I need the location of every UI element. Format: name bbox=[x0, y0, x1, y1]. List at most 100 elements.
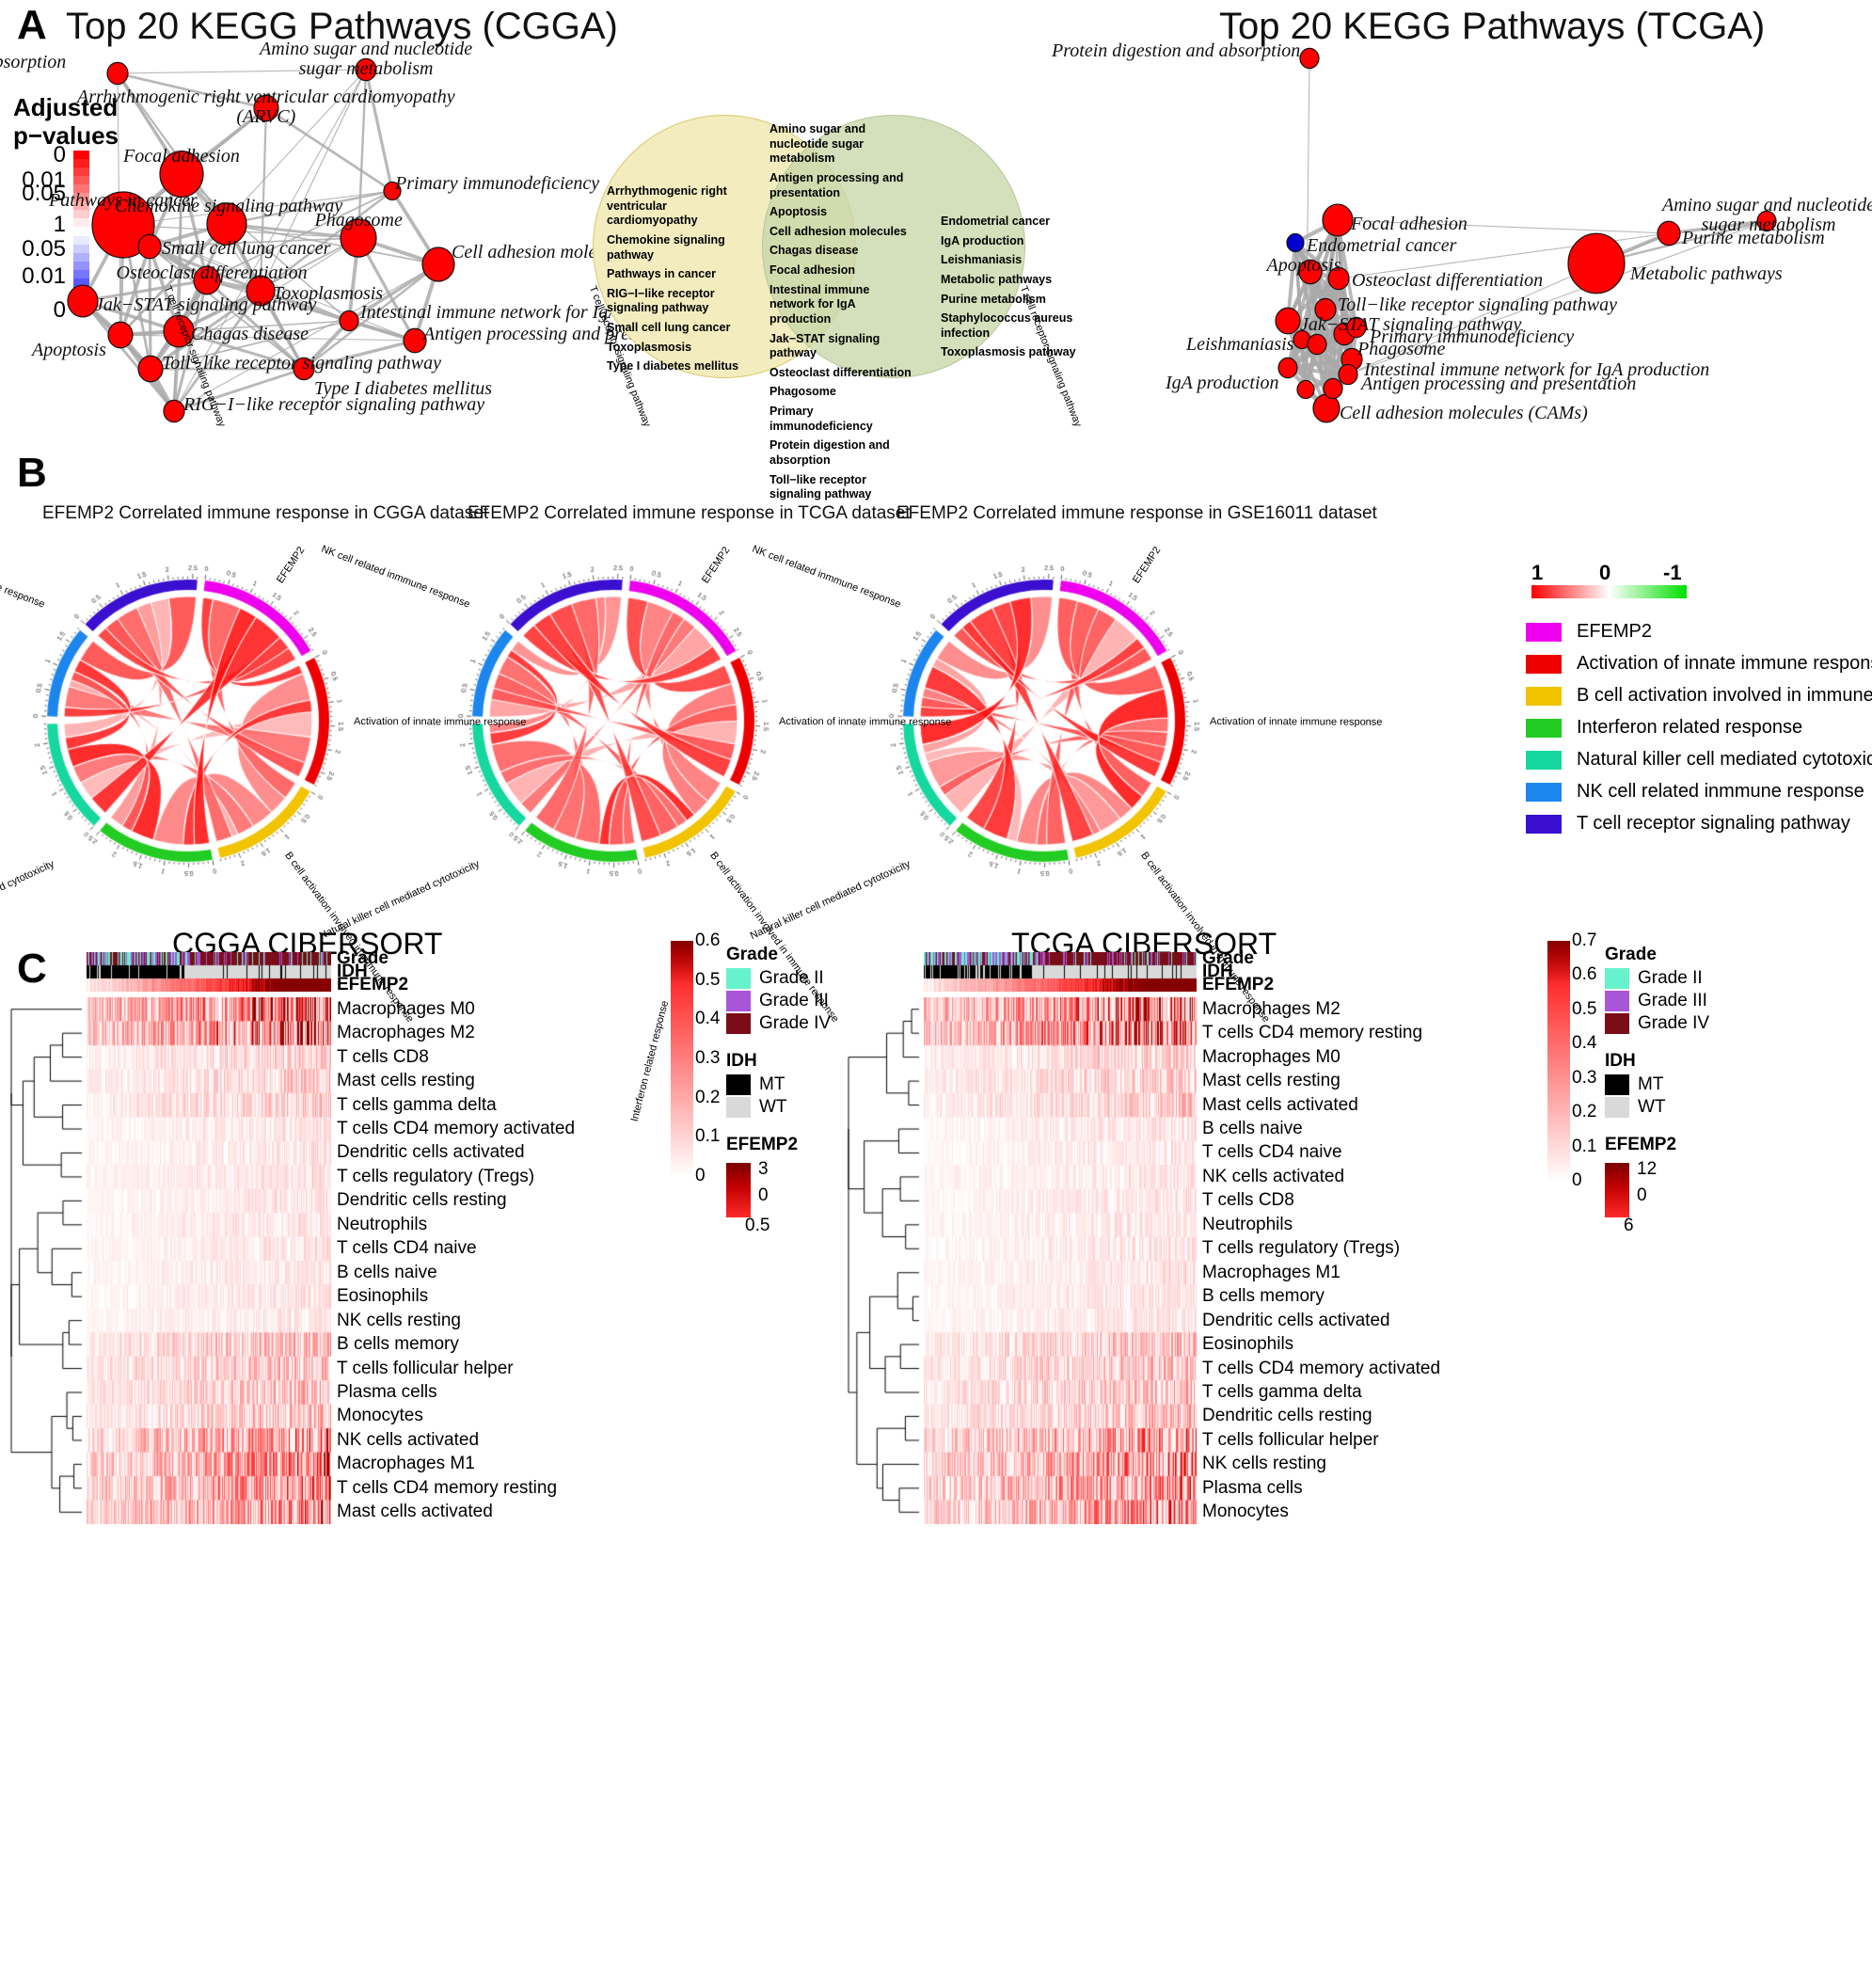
heatmap-row-label: T cells regulatory (Tregs) bbox=[1202, 1238, 1401, 1259]
grade-key-chip bbox=[726, 1013, 751, 1034]
network-node[interactable] bbox=[1299, 47, 1320, 70]
venn-shared-list: Amino sugar and nucleotide sugar metabol… bbox=[769, 122, 915, 507]
heatmap-row-label: T cells CD4 memory resting bbox=[1202, 1023, 1423, 1043]
heatmap-row-label: T cells follicular helper bbox=[337, 1358, 514, 1378]
chord-legend-item: T cell receptor signaling pathway bbox=[1526, 813, 1872, 835]
venn-right-item: IgA production bbox=[941, 233, 1024, 247]
network-node-label: Chemokine signaling pathway bbox=[115, 196, 343, 216]
network-node-label: Leishmaniasis bbox=[1186, 334, 1294, 355]
network-node[interactable] bbox=[107, 321, 134, 349]
grade-key-title: Grade bbox=[1605, 945, 1657, 964]
heatmap-row-label: T cells gamma delta bbox=[1202, 1382, 1362, 1402]
heatmap-row-label: T cells CD4 naive bbox=[337, 1238, 477, 1259]
heatmap-row-label: T cells CD4 memory resting bbox=[337, 1477, 558, 1498]
idh-key-chip bbox=[726, 1074, 751, 1095]
network-node[interactable] bbox=[137, 355, 164, 383]
network-node[interactable] bbox=[1296, 379, 1315, 400]
network-node[interactable] bbox=[1322, 203, 1354, 237]
chord-sector-label: Interferon related response bbox=[629, 999, 672, 1123]
cgga-row-dendrogram bbox=[9, 997, 83, 1524]
cgga-legend-keys: Grade Grade II Grade III Grade IV IDH MT WT EFE… bbox=[726, 945, 839, 1235]
grade-key-item: Grade II bbox=[726, 968, 839, 989]
network-node-label: Phagosome bbox=[314, 210, 403, 231]
venn-left-item: Small cell lung cancer bbox=[607, 321, 731, 334]
network-node[interactable] bbox=[163, 399, 185, 423]
grade-key-item: Grade III bbox=[1605, 991, 1718, 1011]
tcga-annotation-bars[interactable] bbox=[924, 952, 1197, 992]
network-node[interactable] bbox=[1275, 307, 1301, 335]
heatmap-annotation-label: EFEMP2 bbox=[337, 975, 409, 994]
colorbar-label-high: 1 bbox=[1531, 561, 1544, 584]
tcga-heatmap-grid[interactable] bbox=[924, 997, 1197, 1524]
network-node[interactable] bbox=[1277, 357, 1298, 379]
heatmap-row-label: T cells regulatory (Tregs) bbox=[337, 1166, 535, 1186]
heatmap-row-label: Dendritic cells resting bbox=[337, 1190, 507, 1211]
venn-left-item: Pathways in cancer bbox=[607, 267, 717, 281]
heatmap-row-label: Monocytes bbox=[1202, 1502, 1289, 1522]
chord-legend-label: T cell receptor signaling pathway bbox=[1577, 813, 1850, 834]
heatmap-row-label: NK cells activated bbox=[337, 1429, 480, 1450]
chord-legend-color-chip bbox=[1526, 782, 1562, 802]
network-node[interactable] bbox=[1567, 232, 1626, 294]
network-node[interactable] bbox=[339, 310, 359, 332]
network-node[interactable] bbox=[1307, 333, 1327, 356]
network-node-label: Focal adhesion bbox=[1351, 214, 1467, 234]
chord-diagram-cgga[interactable] bbox=[0, 527, 376, 903]
cgga-annotation-bars[interactable] bbox=[87, 952, 331, 992]
network-node[interactable] bbox=[137, 233, 162, 260]
network-node[interactable] bbox=[106, 61, 129, 86]
chord-legend-item: EFEMP2 bbox=[1526, 621, 1872, 643]
heatmap-row-label: Mast cells activated bbox=[337, 1502, 493, 1522]
chord-legend-label: EFEMP2 bbox=[1577, 621, 1653, 642]
chord-title-tcga: EFEMP2 Correlated immune response in TCG… bbox=[468, 503, 911, 523]
chord-legend-item: NK cell related inmmune response bbox=[1526, 781, 1872, 803]
network-node-label: Primary immunodeficiency bbox=[1370, 326, 1575, 347]
network-node[interactable] bbox=[1338, 363, 1358, 386]
network-node[interactable] bbox=[421, 247, 455, 282]
idh-key-title: IDH bbox=[1605, 1051, 1636, 1071]
network-node-label: Apoptosis bbox=[1266, 255, 1341, 276]
chord-legend-label: Natural killer cell mediated cytotoxicit… bbox=[1577, 749, 1872, 770]
idh-key-item: WT bbox=[1605, 1097, 1718, 1118]
network-node[interactable] bbox=[1286, 232, 1305, 253]
grade-key-label: Grade II bbox=[1638, 968, 1703, 988]
venn-right-item: Toxoplasmosis pathway bbox=[941, 345, 1076, 359]
idh-key-label: MT bbox=[759, 1074, 785, 1094]
heatmap-row-label: Dendritic cells activated bbox=[337, 1142, 525, 1163]
chord-diagram-gse16011[interactable] bbox=[856, 527, 1232, 903]
chord-diagram-tcga[interactable] bbox=[425, 527, 801, 903]
cgga-heatmap-grid[interactable] bbox=[87, 997, 331, 1524]
network-node-label: RIG−I−like receptor signaling pathway bbox=[183, 394, 485, 415]
venn-shared-item: Jak−STAT signaling pathway bbox=[769, 331, 880, 360]
network-node[interactable] bbox=[67, 284, 99, 318]
efemp2-key-title: EFEMP2 bbox=[726, 1135, 799, 1154]
grade-key-item: Grade III bbox=[726, 991, 839, 1011]
chord-sector-label: Activation of innate immune response bbox=[353, 715, 527, 728]
efemp2-key-bar bbox=[726, 1163, 751, 1217]
heatmap-row-label: Macrophages M0 bbox=[337, 998, 475, 1019]
cgga-value-colorbar bbox=[671, 941, 693, 1176]
heatmap-row-label: Neutrophils bbox=[1202, 1214, 1293, 1234]
network-node-label: Small cell lung cancer bbox=[162, 238, 331, 259]
network-node-label: Cell adhesion molecules (CAMs) bbox=[1340, 403, 1588, 423]
venn-shared-item: Cell adhesion molecules bbox=[769, 224, 907, 238]
heatmap-row-label: Macrophages M2 bbox=[1202, 998, 1341, 1019]
venn-left-item: Arrhythmogenic right ventricular cardiom… bbox=[607, 184, 727, 228]
chord-sector-label: Activation of innate immune response bbox=[778, 715, 952, 728]
chord-legend-label: B cell activation involved in immune res… bbox=[1577, 685, 1872, 706]
heatmap-row-label: T cells CD4 naive bbox=[1202, 1142, 1342, 1163]
heatmap-row-label: Macrophages M2 bbox=[337, 1023, 475, 1043]
idh-key-item: WT bbox=[726, 1097, 839, 1118]
venn-shared-item: Amino sugar and nucleotide sugar metabol… bbox=[769, 122, 866, 166]
efemp2-key-title: EFEMP2 bbox=[1605, 1135, 1677, 1154]
venn-shared-item: Toll−like receptor signaling pathway bbox=[769, 472, 872, 501]
heatmap-row-label: B cells memory bbox=[337, 1334, 459, 1355]
heatmap-row-label: Plasma cells bbox=[1202, 1477, 1303, 1498]
heatmap-row-label: Macrophages M0 bbox=[1202, 1046, 1341, 1067]
venn-shared-item: Focal adhesion bbox=[769, 263, 855, 277]
chord-legend-label: Activation of innate immune response bbox=[1577, 653, 1872, 674]
tcga-legend-keys: Grade Grade II Grade III Grade IV IDH MT WT EFE… bbox=[1605, 945, 1718, 1235]
heatmap-row-label: T cells CD8 bbox=[1202, 1190, 1294, 1211]
venn-right-item: Leishmaniasis bbox=[941, 253, 1023, 267]
network-node[interactable] bbox=[1323, 377, 1343, 400]
